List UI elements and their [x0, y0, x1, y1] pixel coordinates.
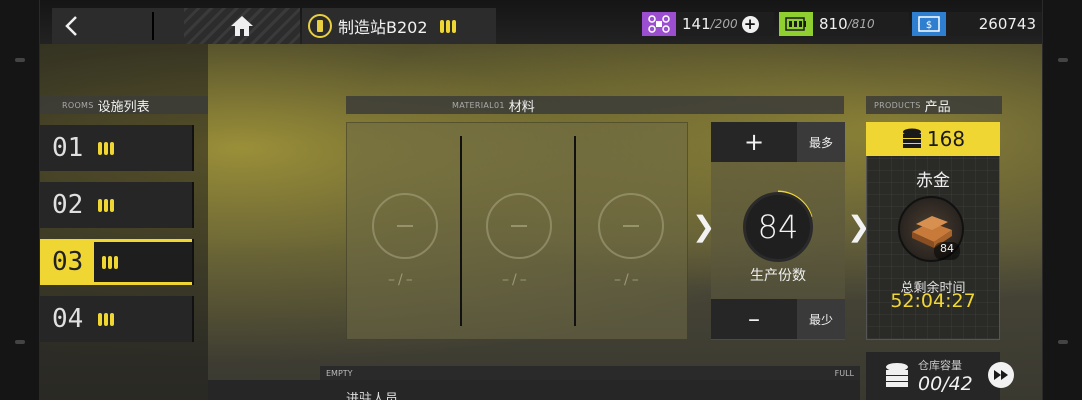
drone-resource[interactable]: 141 /200 + [642, 12, 774, 36]
frame-marker [1058, 340, 1068, 344]
fast-forward-icon [994, 370, 1008, 380]
products-label-en: PRODUCTS [874, 100, 921, 110]
storage-label: 仓库容量 [918, 359, 962, 372]
max-button[interactable]: 最多 [797, 122, 845, 162]
frame-marker [15, 58, 25, 62]
material-qty-3: –/– [614, 272, 642, 288]
full-label: FULL [834, 368, 854, 378]
power-value: 810 [819, 15, 848, 33]
products-label: PRODUCTS 产品 [866, 96, 1002, 115]
room-item-04[interactable]: 04 [40, 296, 194, 342]
count-display: 84 [743, 192, 813, 262]
drone-value: 141 [682, 15, 711, 33]
plus-button[interactable]: + [711, 122, 797, 162]
material-slot-1[interactable] [372, 193, 438, 259]
cash-resource: $ 260743 [912, 12, 1042, 36]
product-name: 赤金 [916, 171, 950, 191]
level-pills [439, 19, 456, 33]
right-frame [1042, 0, 1082, 400]
room-item-03[interactable]: 03 [40, 239, 194, 285]
room-pills [98, 141, 114, 155]
remaining-time: 52:04:27 [890, 290, 976, 312]
home-button[interactable] [184, 8, 300, 44]
production-count: 84 [757, 208, 799, 246]
room-number: 01 [52, 133, 84, 163]
power-resource: 810 /810 [779, 12, 909, 36]
add-drone-icon[interactable]: + [741, 15, 759, 33]
divider [152, 12, 154, 40]
product-badge: 84 [934, 242, 960, 260]
fast-forward-button[interactable] [988, 362, 1014, 388]
material-slot-2[interactable] [486, 193, 552, 259]
room-pills-box [94, 242, 192, 282]
decrease-control: – 最少 [711, 299, 845, 339]
operators-strip [208, 380, 860, 400]
product-value-header: 168 [866, 122, 1000, 156]
storage-capacity: 仓库容量 00/42 [866, 352, 1000, 400]
minus-button[interactable]: – [711, 299, 797, 339]
empty-label: EMPTY [326, 368, 353, 378]
drone-max: /200 [710, 17, 738, 31]
coin-stack-icon [886, 363, 908, 387]
room-pills [98, 198, 114, 212]
room-pills [102, 255, 119, 269]
room-number: 03 [52, 247, 84, 277]
drone-icon [642, 12, 676, 36]
materials-label-en: MATERIAL01 [452, 100, 505, 110]
station-title: 制造站B202 [338, 18, 428, 37]
room-pills [98, 312, 114, 326]
materials-label: MATERIAL01 材料 [346, 96, 844, 115]
increase-control: + 最多 [711, 122, 845, 162]
frame-marker [15, 340, 25, 344]
storage-value: 00/42 [918, 373, 973, 395]
count-label: 生产份数 [750, 268, 806, 284]
product-coin-value: 168 [926, 127, 966, 151]
room-item-02[interactable]: 02 [40, 182, 194, 228]
rooms-label-zh: 设施列表 [97, 99, 150, 115]
divider [574, 136, 576, 326]
frame-marker [1058, 58, 1068, 62]
chevron-left-icon [52, 8, 92, 44]
svg-text:$: $ [926, 20, 932, 31]
battery-icon [779, 12, 813, 36]
room-number: 04 [52, 304, 84, 334]
cash-icon: $ [912, 12, 946, 36]
materials-label-zh: 材料 [508, 99, 535, 115]
rooms-label-en: ROOMS [62, 100, 94, 110]
cash-value: 260743 [978, 15, 1036, 33]
min-button[interactable]: 最少 [797, 299, 845, 339]
rooms-label: ROOMS 设施列表 [40, 96, 208, 115]
room-number: 02 [52, 190, 84, 220]
home-icon [231, 16, 253, 36]
capacity-bar: EMPTY FULL [320, 366, 860, 380]
divider [460, 136, 462, 326]
material-slot-3[interactable] [598, 193, 664, 259]
material-qty-1: –/– [388, 272, 416, 288]
left-frame [0, 0, 40, 400]
operators-label[interactable]: 进驻人员 [346, 388, 398, 400]
material-qty-2: –/– [502, 272, 530, 288]
warning-icon [308, 14, 332, 38]
coin-stack-icon [902, 128, 921, 148]
room-item-01[interactable]: 01 [40, 125, 194, 171]
products-label-zh: 产品 [924, 99, 951, 115]
station-header: 制造站B202 [302, 8, 496, 44]
power-max: /810 [847, 17, 875, 31]
